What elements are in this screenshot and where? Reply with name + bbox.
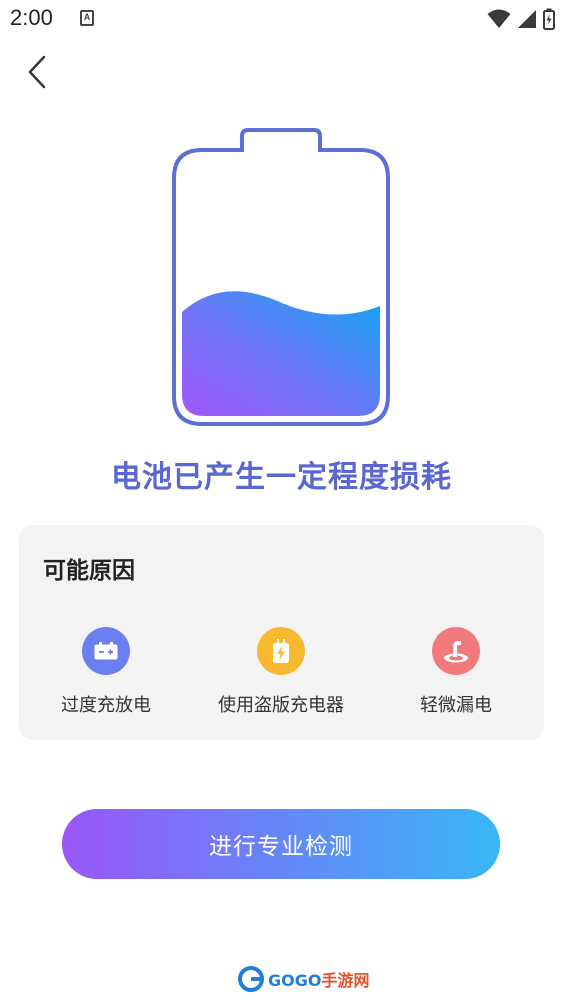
reasons-heading: 可能原因 (43, 558, 135, 584)
watermark-text: GOGO手游网 (268, 967, 369, 991)
gogo-logo-icon (238, 966, 264, 992)
professional-check-button[interactable]: 进行专业检测 (62, 809, 500, 879)
reason-label: 使用盗版充电器 (218, 695, 344, 716)
chevron-left-icon (28, 55, 46, 89)
status-bar: 2:00 A (0, 0, 563, 38)
notification-icon: A (80, 10, 94, 26)
battery-status-icon (543, 8, 555, 30)
status-time: 2:00 (10, 5, 53, 30)
signal-icon (518, 10, 536, 28)
reasons-card: 可能原因 过度充放电 使用盗版充电器 轻微漏电 (19, 525, 544, 740)
battery-icon (82, 627, 130, 675)
watermark-logo: GOGO手游网 (238, 964, 369, 994)
reason-label: 轻微漏电 (420, 695, 492, 716)
reason-leakage: 轻微漏电 (371, 627, 541, 727)
professional-check-label: 进行专业检测 (209, 834, 353, 860)
reason-pirated-charger: 使用盗版充电器 (196, 627, 366, 727)
charger-icon (257, 627, 305, 675)
damage-title: 电池已产生一定程度损耗 (111, 460, 452, 495)
reason-overcharge: 过度充放电 (21, 627, 191, 727)
reason-label: 过度充放电 (61, 695, 151, 716)
watermark-brand: GOGO (268, 971, 322, 990)
back-button[interactable] (20, 54, 54, 90)
leak-icon (432, 627, 480, 675)
battery-graphic (172, 128, 390, 426)
wifi-icon (487, 9, 511, 28)
status-indicators (487, 8, 555, 30)
battery-illustration (170, 128, 392, 428)
watermark-suffix: 手游网 (321, 971, 370, 990)
